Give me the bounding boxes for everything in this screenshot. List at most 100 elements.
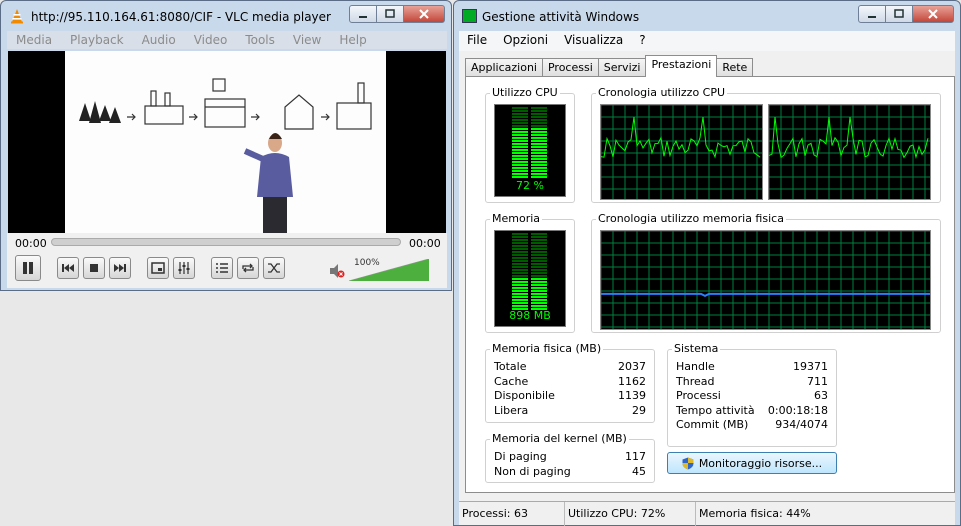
next-button[interactable]: [109, 257, 131, 279]
playlist-icon: [216, 263, 228, 273]
resource-monitor-button[interactable]: Monitoraggio risorse...: [667, 452, 837, 474]
row-label: Non di paging: [494, 465, 571, 478]
memory-history-group: Cronologia utilizzo memoria fisica: [591, 212, 941, 333]
physical-memory-title: Memoria fisica (MB): [490, 342, 604, 355]
row-label: Thread: [676, 375, 715, 388]
cpu-history-group: Cronologia utilizzo CPU: [591, 86, 941, 203]
table-row: Non di paging 45: [494, 465, 646, 480]
memory-usage-value: 898 MB: [509, 309, 551, 322]
tm-titlebar[interactable]: Gestione attività Windows: [454, 1, 960, 31]
extended-settings-button[interactable]: [173, 257, 195, 279]
vlc-titlebar[interactable]: http://95.110.164.61:8080/CIF - VLC medi…: [1, 1, 451, 31]
row-label: Processi: [676, 389, 721, 402]
video-illustration: [79, 78, 372, 233]
menu-video[interactable]: Video: [185, 31, 237, 49]
memory-history-title: Cronologia utilizzo memoria fisica: [596, 212, 786, 225]
system-table: Handle 19371 Thread 711 Processi 63 Tempo a…: [676, 360, 828, 444]
row-label: Cache: [494, 375, 529, 388]
menu-help[interactable]: ?: [631, 31, 653, 51]
maximize-icon: [894, 9, 904, 18]
menu-view[interactable]: Visualizza: [556, 31, 631, 51]
cpu-history-graph-core2: [768, 104, 931, 200]
time-total: 00:00: [409, 237, 441, 250]
row-label: Tempo attività: [676, 404, 755, 417]
loop-button[interactable]: [237, 257, 259, 279]
shuffle-icon: [268, 263, 280, 273]
cpu-history-line-core2: [768, 104, 930, 199]
table-row: Libera 29: [494, 404, 646, 419]
kernel-memory-title: Memoria del kernel (MB): [490, 432, 629, 445]
menu-options[interactable]: Opzioni: [495, 31, 556, 51]
cpu-usage-title: Utilizzo CPU: [490, 86, 560, 99]
playlist-button[interactable]: [211, 257, 233, 279]
table-row: Commit (MB) 934/4074: [676, 418, 828, 433]
table-row: Processi 63: [676, 389, 828, 404]
menu-tools[interactable]: Tools: [236, 31, 284, 49]
cpu-meter-bars: [512, 107, 547, 178]
next-icon: [114, 264, 126, 272]
cpu-meter: 72 %: [494, 104, 566, 197]
previous-icon: [62, 264, 74, 272]
stop-button[interactable]: [83, 257, 105, 279]
status-memory: Memoria fisica: 44%: [699, 507, 811, 520]
pause-button[interactable]: [15, 255, 41, 281]
tab-services[interactable]: Servizi: [597, 58, 647, 77]
status-cpu: Utilizzo CPU: 72%: [565, 502, 696, 526]
fullscreen-button[interactable]: [147, 257, 169, 279]
cpu-usage-value: 72 %: [516, 179, 544, 192]
tm-client-area: File Opzioni Visualizza ? Applicazioni P…: [459, 31, 955, 526]
tab-processes[interactable]: Processi: [541, 58, 599, 77]
vlc-cone-icon: [11, 9, 23, 24]
memory-meter: 898 MB: [494, 230, 566, 327]
video-area[interactable]: [8, 51, 446, 233]
equalizer-icon: [178, 262, 190, 274]
row-label: Handle: [676, 360, 715, 373]
previous-button[interactable]: [57, 257, 79, 279]
memory-history-graph: [600, 230, 931, 330]
fullscreen-icon: [151, 262, 165, 274]
seek-slider[interactable]: [51, 238, 401, 246]
row-value: 1162: [618, 375, 646, 388]
row-label: Commit (MB): [676, 418, 749, 431]
menu-help[interactable]: Help: [330, 31, 375, 49]
volume-slider[interactable]: [349, 259, 429, 281]
table-row: Disponibile 1139: [494, 389, 646, 404]
tab-applications[interactable]: Applicazioni: [465, 58, 543, 77]
row-value: 117: [625, 450, 646, 463]
shuffle-button[interactable]: [263, 257, 285, 279]
menu-media[interactable]: Media: [7, 31, 61, 49]
row-label: Di paging: [494, 450, 547, 463]
row-value: 934/4074: [775, 418, 828, 431]
menu-file[interactable]: File: [459, 31, 495, 51]
row-value: 45: [632, 465, 646, 478]
close-icon: [928, 9, 938, 19]
row-value: 0:00:18:18: [767, 404, 828, 417]
memory-meter-bars: [512, 233, 547, 310]
stop-icon: [90, 264, 98, 272]
menu-audio[interactable]: Audio: [133, 31, 185, 49]
tm-close-button[interactable]: [912, 5, 954, 23]
minimize-button[interactable]: [349, 5, 377, 23]
resource-monitor-label: Monitoraggio risorse...: [698, 456, 823, 470]
uac-shield-icon: [682, 457, 694, 469]
menu-view[interactable]: View: [284, 31, 330, 49]
table-row: Tempo attività 0:00:18:18: [676, 404, 828, 419]
maximize-icon: [385, 9, 395, 18]
tm-minimize-button[interactable]: [858, 5, 886, 23]
mute-icon[interactable]: [329, 263, 345, 279]
pause-icon: [23, 262, 33, 274]
row-label: Libera: [494, 404, 529, 417]
status-processes: Processi: 63: [459, 502, 565, 526]
menu-playback[interactable]: Playback: [61, 31, 133, 49]
maximize-button[interactable]: [376, 5, 404, 23]
table-row: Cache 1162: [494, 375, 646, 390]
close-button[interactable]: [403, 5, 445, 23]
performance-panel: Utilizzo CPU 72 % Cronologia utilizzo CP…: [465, 76, 955, 493]
tm-maximize-button[interactable]: [885, 5, 913, 23]
loop-icon: [242, 263, 254, 273]
tab-network[interactable]: Rete: [716, 58, 754, 77]
status-bar: Processi: 63 Utilizzo CPU: 72% Memoria f…: [459, 501, 955, 526]
tab-performance[interactable]: Prestazioni: [645, 55, 718, 77]
system-group: Sistema Handle 19371 Thread 711 Processi 63…: [667, 342, 837, 447]
row-value: 2037: [618, 360, 646, 373]
